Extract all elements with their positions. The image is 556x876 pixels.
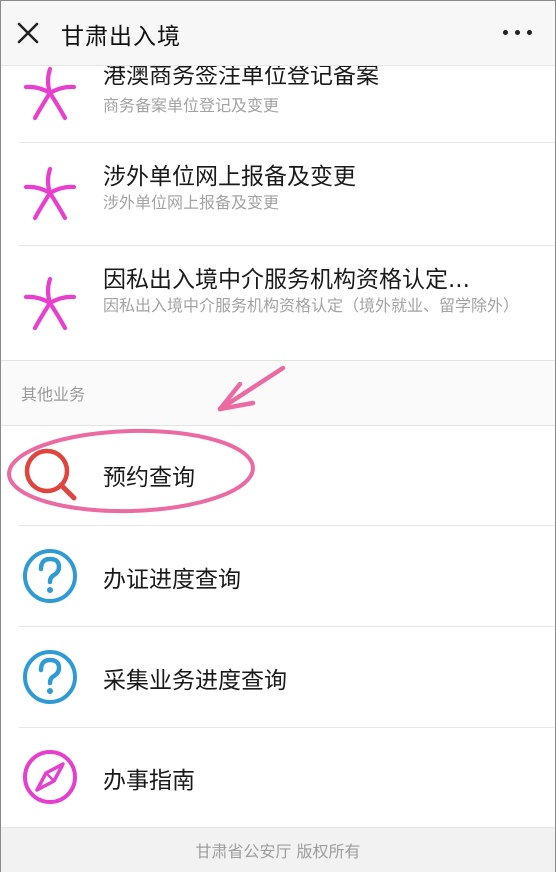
star-icon	[19, 273, 81, 335]
list-item-collection-progress[interactable]: 采集业务进度查询	[1, 627, 555, 727]
close-icon[interactable]	[13, 18, 43, 48]
search-icon	[19, 443, 81, 505]
list-item-business-registration[interactable]: 港澳商务签注单位登记备案 商务备案单位登记及变更	[1, 66, 555, 150]
item-title: 采集业务进度查询	[103, 668, 287, 694]
item-subtitle: 因私出入境中介服务机构资格认定（境外就业、留学除外）	[103, 296, 520, 315]
more-dots-icon[interactable]	[501, 19, 535, 45]
item-title: 办事指南	[103, 768, 195, 794]
top-bar: 甘肃出入境	[1, 1, 555, 66]
item-title: 因私出入境中介服务机构资格认定...	[103, 267, 470, 293]
question-icon	[19, 545, 81, 607]
page-title: 甘肃出入境	[61, 24, 181, 50]
item-subtitle: 涉外单位网上报备及变更	[103, 193, 280, 212]
item-title: 办证进度查询	[103, 567, 241, 593]
compass-icon	[19, 746, 81, 808]
star-icon	[19, 66, 81, 125]
item-title: 港澳商务签注单位登记备案	[103, 66, 379, 89]
list-item-service-guide[interactable]: 办事指南	[1, 728, 555, 826]
service-list: 港澳商务签注单位登记备案 商务备案单位登记及变更 涉外单位网上报备及变更 涉外单…	[1, 66, 555, 826]
list-item-appointment-query[interactable]: 预约查询	[1, 425, 555, 525]
question-icon	[19, 646, 81, 708]
star-icon	[19, 163, 81, 225]
item-title: 预约查询	[103, 465, 195, 491]
footer: 甘肃省公安厅 版权所有	[1, 827, 555, 872]
section-label: 其他业务	[21, 385, 86, 404]
item-subtitle: 商务备案单位登记及变更	[103, 96, 280, 115]
list-item-foreign-unit-registration[interactable]: 涉外单位网上报备及变更 涉外单位网上报备及变更	[1, 143, 555, 245]
list-item-agency-qualification[interactable]: 因私出入境中介服务机构资格认定... 因私出入境中介服务机构资格认定（境外就业、…	[1, 246, 555, 360]
item-title: 涉外单位网上报备及变更	[103, 164, 356, 190]
list-item-certificate-progress[interactable]: 办证进度查询	[1, 526, 555, 626]
